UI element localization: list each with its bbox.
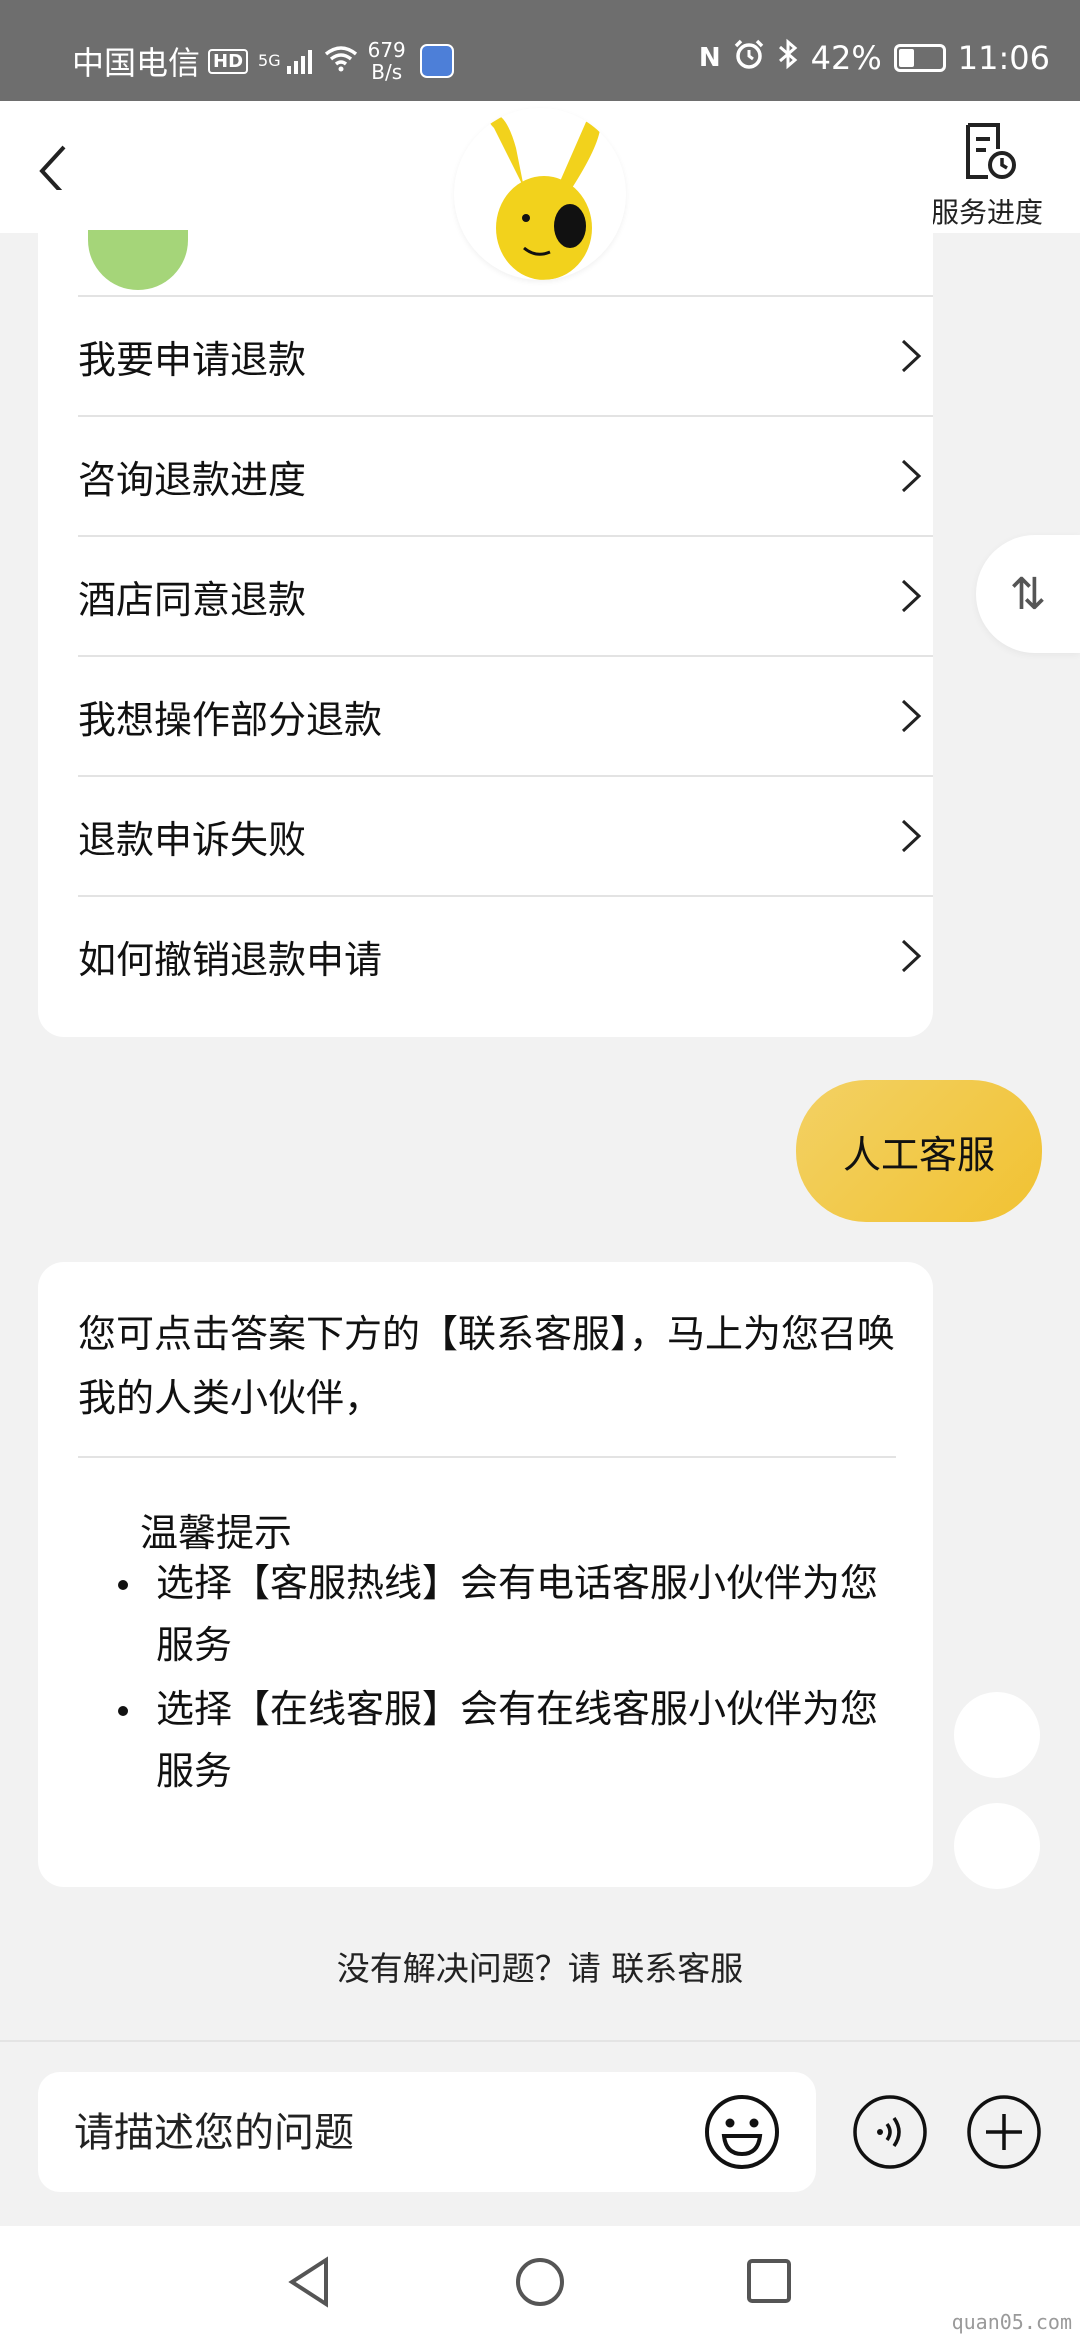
message-input-box	[38, 2072, 816, 2192]
speed-value: 679	[367, 38, 406, 62]
speed-unit: B/s	[371, 60, 403, 84]
chevron-right-icon	[901, 579, 922, 613]
emoji-icon	[705, 2095, 779, 2169]
status-bar: 中国电信 HD 5G 679 B/s N 42% 11:06	[0, 0, 1080, 101]
menu-item-label: 如何撤销退款申请	[78, 937, 383, 982]
menu-item-label: 退款申诉失败	[78, 817, 307, 862]
voice-icon	[853, 2095, 927, 2169]
tip-item: 选择【在线客服】会有在线客服小伙伴为您服务	[110, 1678, 910, 1802]
battery-fill	[898, 49, 915, 67]
menu-item-label: 咨询退款进度	[78, 457, 307, 502]
bluetooth-icon	[777, 38, 799, 78]
watermark: quan05.com	[951, 2310, 1072, 2334]
network-speed: 679 B/s	[368, 39, 406, 83]
menu-item-cancel-refund[interactable]: 如何撤销退款申请	[78, 895, 933, 1015]
tip-item: 选择【客服热线】会有电话客服小伙伴为您服务	[110, 1552, 910, 1676]
user-message-bubble: 人工客服	[796, 1080, 1042, 1222]
menu-item-appeal-failed[interactable]: 退款申诉失败	[78, 775, 933, 895]
input-divider	[0, 2040, 1080, 2042]
chevron-right-icon	[901, 459, 922, 493]
menu-item-label: 酒店同意退款	[78, 577, 307, 622]
app-notification-icon	[419, 44, 454, 78]
menu-item-label: 我想操作部分退款	[78, 697, 383, 742]
menu-item-refund-progress[interactable]: 咨询退款进度	[78, 415, 933, 535]
mascot-icon	[454, 108, 626, 280]
clock: 11:06	[957, 39, 1050, 77]
service-progress-button[interactable]: 服务进度	[922, 119, 1052, 231]
document-clock-icon	[966, 123, 1016, 179]
system-navigation-bar: quan05.com	[0, 2226, 1080, 2340]
menu-item-partial-refund[interactable]: 我想操作部分退款	[78, 655, 933, 775]
menu-item-hotel-agrees-refund[interactable]: 酒店同意退款	[78, 535, 933, 655]
menu-item-apply-refund[interactable]: 我要申请退款	[78, 295, 933, 415]
answer-divider	[78, 1456, 896, 1458]
quick-menu-card: 我要申请退款 咨询退款进度 酒店同意退款 我想操作部分退款 退款申诉失败 如何撤…	[38, 190, 933, 1037]
answer-text: 您可点击答案下方的【联系客服】，马上为您召唤我的人类小伙伴，	[78, 1312, 896, 1420]
alarm-icon	[733, 38, 765, 78]
chevron-right-icon	[901, 699, 922, 733]
wifi-icon	[324, 44, 358, 79]
swap-arrows-icon: ⇅	[1009, 568, 1047, 620]
mascot-avatar	[454, 108, 626, 280]
sort-toggle-button[interactable]: ⇅	[976, 535, 1080, 653]
nav-recent-apps-icon[interactable]	[746, 2258, 792, 2304]
voice-button[interactable]	[852, 2094, 928, 2170]
unresolved-prefix: 没有解决问题？请	[336, 1949, 601, 1988]
chevron-right-icon	[901, 939, 922, 973]
emoji-button[interactable]	[702, 2092, 782, 2172]
tip-list: 选择【客服热线】会有电话客服小伙伴为您服务 选择【在线客服】会有在线客服小伙伴为…	[110, 1552, 910, 1804]
feedback-dislike-button[interactable]	[954, 1803, 1040, 1889]
plus-icon	[967, 2095, 1041, 2169]
message-input[interactable]	[72, 2090, 696, 2176]
signal-icon	[286, 48, 312, 74]
tip-title: 温馨提示	[140, 1511, 293, 1555]
battery-icon	[893, 44, 946, 72]
feedback-like-button[interactable]	[954, 1692, 1040, 1778]
nfc-icon: N	[698, 43, 721, 73]
more-options-button[interactable]	[966, 2094, 1042, 2170]
contact-service-link[interactable]: 联系客服	[611, 1949, 743, 1988]
network-type: 5G	[258, 51, 281, 70]
service-progress-label: 服务进度	[930, 196, 1043, 229]
battery-percent: 42%	[810, 39, 882, 77]
user-message-text: 人工客服	[842, 1132, 995, 1177]
menu-item-label: 我要申请退款	[78, 337, 307, 382]
unresolved-hint: 没有解决问题？请 联系客服	[0, 1942, 1080, 1990]
nav-back-icon[interactable]	[286, 2256, 334, 2308]
carrier-name: 中国电信	[72, 44, 201, 82]
nav-home-icon[interactable]	[514, 2256, 566, 2308]
chevron-right-icon	[901, 819, 922, 853]
green-decoration	[88, 230, 188, 290]
hd-badge: HD	[208, 48, 249, 74]
bot-answer-card: 您可点击答案下方的【联系客服】，马上为您召唤我的人类小伙伴， 温馨提示 选择【客…	[38, 1262, 933, 1887]
chevron-right-icon	[901, 339, 922, 373]
